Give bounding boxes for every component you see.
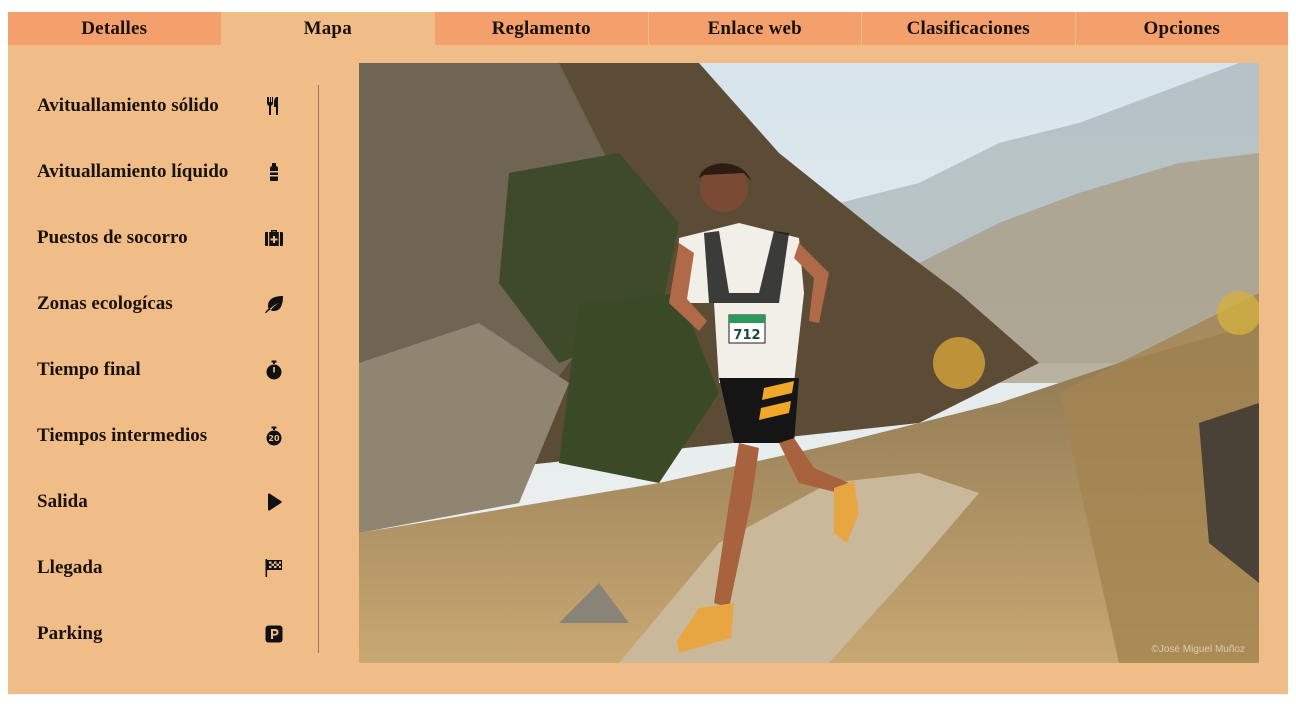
tab-clasificaciones[interactable]: Clasificaciones	[861, 12, 1075, 45]
map-legend: Avituallamiento sólido Avituallamiento l…	[37, 67, 285, 667]
play-icon	[263, 491, 285, 513]
tab-detalles[interactable]: Detalles	[8, 12, 221, 45]
legend-item-puestos-socorro: Puestos de socorro	[37, 205, 285, 271]
stopwatch-icon	[263, 359, 285, 381]
tab-mapa[interactable]: Mapa	[220, 12, 434, 45]
tab-bar: Detalles Mapa Reglamento Enlace web Clas…	[8, 12, 1288, 45]
checkered-flag-icon	[263, 557, 285, 579]
svg-text:20: 20	[268, 434, 280, 443]
photo-credit: ©José Miguel Muñoz	[1151, 644, 1245, 655]
legend-label: Puestos de socorro	[37, 227, 188, 248]
first-aid-kit-icon	[263, 227, 285, 249]
leaf-icon	[263, 293, 285, 315]
legend-label: Avituallamiento sólido	[37, 95, 219, 116]
tab-opciones[interactable]: Opciones	[1074, 12, 1288, 45]
legend-label: Tiempo final	[37, 359, 141, 380]
stopwatch-20-icon: 20	[263, 425, 285, 447]
legend-item-tiempos-intermedios: Tiempos intermedios 20	[37, 403, 285, 469]
legend-item-salida: Salida	[37, 469, 285, 535]
utensils-icon	[263, 95, 285, 117]
trail-runner-image: 712	[359, 63, 1259, 663]
legend-label: Zonas ecologícas	[37, 293, 173, 314]
tab-reglamento[interactable]: Reglamento	[434, 12, 648, 45]
legend-item-tiempo-final: Tiempo final	[37, 337, 285, 403]
legend-item-zonas-ecologicas: Zonas ecologícas	[37, 271, 285, 337]
legend-label: Llegada	[37, 557, 103, 578]
legend-item-avituallamiento-liquido: Avituallamiento líquido	[37, 139, 285, 205]
legend-item-parking: Parking	[37, 601, 285, 667]
legend-item-avituallamiento-solido: Avituallamiento sólido	[37, 73, 285, 139]
race-panel: Detalles Mapa Reglamento Enlace web Clas…	[8, 12, 1288, 694]
legend-divider	[318, 85, 319, 653]
legend-label: Avituallamiento líquido	[37, 161, 229, 182]
legend-item-llegada: Llegada	[37, 535, 285, 601]
parking-icon	[263, 623, 285, 645]
legend-label: Tiempos intermedios	[37, 425, 208, 446]
race-photo: 712 ©José Miguel Muñoz	[359, 63, 1259, 663]
bottle-icon	[263, 161, 285, 183]
legend-label: Salida	[37, 491, 88, 512]
bib-number: 712	[733, 328, 760, 343]
tab-enlace-web[interactable]: Enlace web	[647, 12, 861, 45]
legend-label: Parking	[37, 623, 103, 644]
